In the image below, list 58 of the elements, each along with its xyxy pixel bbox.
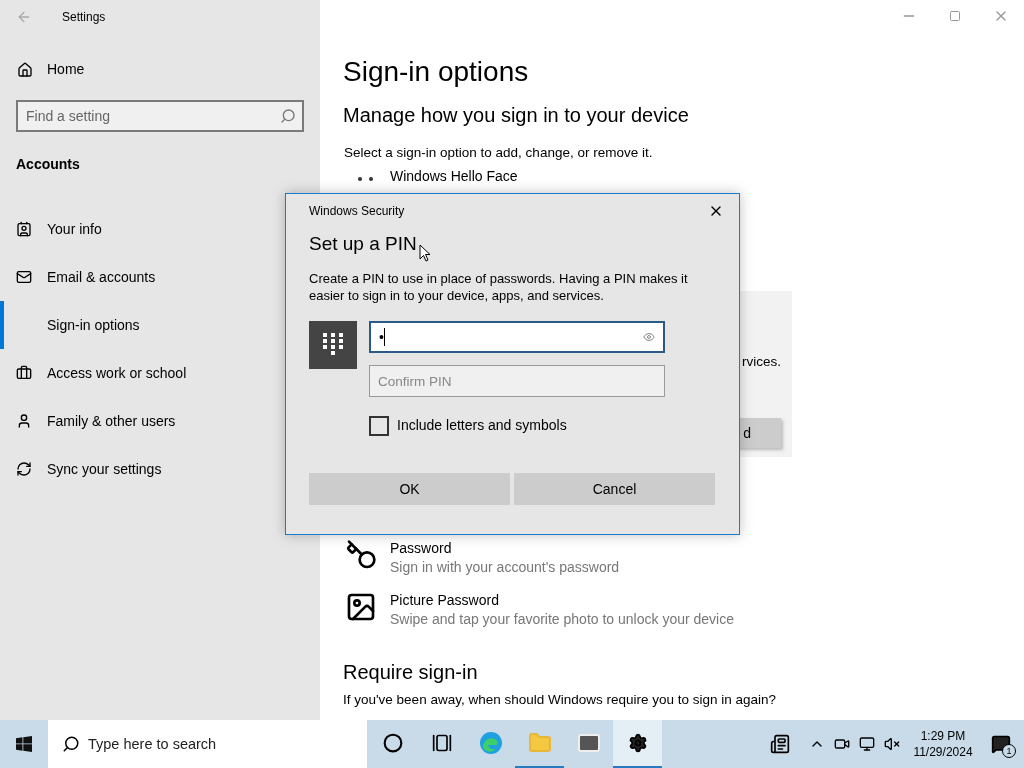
search-icon xyxy=(62,735,80,753)
option-title: Password xyxy=(390,539,453,559)
option-description: Swipe and tap your favorite photo to unlock your device xyxy=(390,610,734,630)
confirm-pin-field[interactable]: Confirm PIN xyxy=(369,365,665,397)
settings-icon xyxy=(627,733,648,753)
news-icon[interactable] xyxy=(768,734,792,754)
taskbar-app[interactable] xyxy=(613,720,662,768)
pin-field[interactable]: • xyxy=(369,321,665,353)
option-title: Windows Hello Face xyxy=(390,167,518,186)
dialog-button[interactable]: OK xyxy=(309,473,510,505)
reveal-icon[interactable] xyxy=(643,331,655,343)
cursor-icon xyxy=(419,244,431,262)
cortana-icon xyxy=(382,733,403,753)
sync-icon xyxy=(16,461,32,477)
briefcase-icon xyxy=(16,365,32,381)
dialog-button[interactable]: Cancel xyxy=(514,473,715,505)
dialog-description: Create a PIN to use in place of passwords. Having a PIN makes it easier to sign in to your device, apps, and services. xyxy=(309,270,689,304)
restore-icon[interactable] xyxy=(949,10,961,22)
checkbox[interactable] xyxy=(369,415,389,436)
nav-item[interactable]: Sign-in options xyxy=(0,301,250,349)
page-title: Sign-in options xyxy=(343,55,529,89)
network-icon[interactable] xyxy=(859,736,875,752)
home-icon xyxy=(17,61,33,78)
keypad-icon xyxy=(309,321,357,369)
sign-in-option[interactable]: Password Sign in with your account's password xyxy=(343,539,620,578)
checkbox-label: Include letters and symbols xyxy=(397,416,567,435)
dialog-caption: Windows Security xyxy=(309,203,405,220)
home-link[interactable]: Home xyxy=(17,59,85,80)
dialog-title: Set up a PIN xyxy=(309,232,417,256)
nav-item[interactable]: Family & other users xyxy=(0,397,250,445)
section-heading: Require sign-in xyxy=(343,660,478,686)
window-title: Settings xyxy=(62,9,106,26)
person-icon xyxy=(16,413,32,429)
windows-logo-icon[interactable] xyxy=(16,736,32,752)
nav-item[interactable]: Email & accounts xyxy=(0,253,250,301)
intro-text: Select a sign-in option to add, change, or remove it. xyxy=(344,144,653,162)
section-text: If you've been away, when should Windows require you to sign in again? xyxy=(343,691,777,710)
clock[interactable]: 1:29 PM 11/29/2024 xyxy=(908,728,978,760)
volume-muted-icon[interactable] xyxy=(884,736,900,752)
notification-count: 1 xyxy=(1002,744,1016,758)
option-title: Picture Password xyxy=(390,591,500,611)
face-icon xyxy=(358,177,373,182)
nav-item[interactable]: Your info xyxy=(0,205,250,253)
option-description: Sign in with your account's password xyxy=(390,558,620,578)
task-view-icon xyxy=(431,733,452,753)
nav-item[interactable]: Sync your settings xyxy=(0,445,250,493)
section-heading: Accounts xyxy=(16,155,80,174)
nav-item[interactable]: Access work or school xyxy=(0,349,250,397)
taskbar-search[interactable]: Type here to search xyxy=(48,720,367,768)
search-field[interactable]: Find a setting xyxy=(16,100,304,132)
section-heading: Manage how you sign in to your device xyxy=(343,103,689,128)
browser-icon xyxy=(478,731,503,755)
sign-in-option[interactable]: Picture Password Swipe and tap your favorite photo to unlock your device xyxy=(343,591,734,630)
folder-icon xyxy=(527,731,552,755)
panel-text: rvices. xyxy=(742,353,781,371)
video-icon[interactable] xyxy=(834,736,850,752)
contact-card-icon xyxy=(16,221,32,237)
search-icon xyxy=(280,108,296,124)
